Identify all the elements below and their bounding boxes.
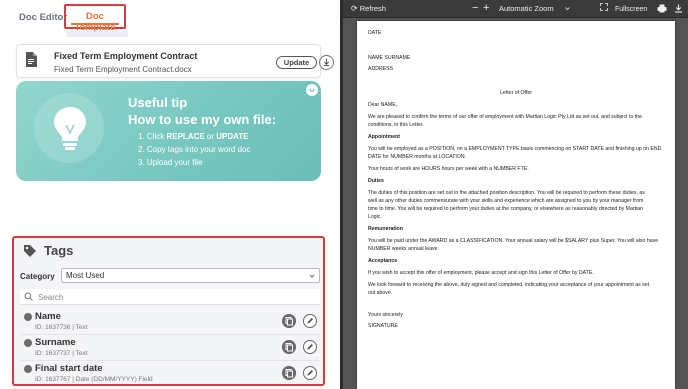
document-filename: Fixed Term Employment Contract.docx <box>54 65 192 74</box>
lightbulb-icon <box>54 107 86 150</box>
search-icon <box>24 292 33 301</box>
tag-row[interactable]: Final start date ID: 1637767 | Date (DD/… <box>20 361 320 384</box>
chevron-down-icon[interactable] <box>306 84 318 96</box>
search-input[interactable]: Search <box>20 289 320 305</box>
category-label: Category <box>20 272 55 281</box>
tab-bar: Doc Editor Doc Template <box>0 0 340 37</box>
tip-step-1: 1. Click REPLACE or UPDATE <box>138 132 249 141</box>
remuneration-line-1: You will be paid under the AWARD as a CL… <box>368 238 659 244</box>
category-value: Most Used <box>66 271 105 280</box>
letter-recipient-address: ADDRESS <box>368 66 394 72</box>
tag-name: Final start date <box>35 363 103 374</box>
letter-closing: Yours sincerely <box>368 312 403 318</box>
heading-appointment: Appointment <box>368 134 400 140</box>
document-icon <box>26 52 37 67</box>
letter-intro-line-2: conditions, in this Letter. <box>368 122 424 128</box>
refresh-label: Refresh <box>359 4 386 13</box>
download-icon[interactable] <box>319 55 334 70</box>
info-icon[interactable] <box>24 313 32 321</box>
letter-heading: Letter of Offer <box>500 90 532 96</box>
info-icon[interactable] <box>24 339 32 347</box>
expand-icon[interactable] <box>600 3 608 11</box>
refresh-button[interactable]: ⟳ Refresh <box>351 4 386 13</box>
info-icon[interactable] <box>24 365 32 373</box>
tip-step-1-update: UPDATE <box>216 132 249 141</box>
copy-icon[interactable] <box>282 340 296 354</box>
tip-step-3: 3. Upload your file <box>138 158 203 167</box>
letter-signature: SIGNATURE <box>368 323 398 329</box>
tags-title: Tags <box>44 243 74 258</box>
category-select[interactable]: Most Used <box>61 268 320 283</box>
zoom-out-button[interactable]: − <box>472 2 478 14</box>
refresh-icon: ⟳ <box>351 4 358 13</box>
copy-icon[interactable] <box>282 314 296 328</box>
viewer-toolbar: ⟳ Refresh − + Automatic Zoom Fullscreen <box>343 0 688 18</box>
tag-name: Surname <box>35 337 76 348</box>
tip-step-2: 2. Copy tags into your word doc <box>138 145 251 154</box>
letter-intro-line-1: We are pleased to confirm the terms of o… <box>368 114 643 120</box>
fullscreen-button[interactable]: Fullscreen <box>615 6 647 13</box>
acceptance-line-2: We look forward to receiving the above, … <box>368 282 650 288</box>
pdf-viewer: ⟳ Refresh − + Automatic Zoom Fullscreen D <box>343 0 688 389</box>
tip-subtitle: How to use my own file: <box>128 112 277 127</box>
heading-acceptance: Acceptance <box>368 258 398 264</box>
tag-icon <box>24 245 36 257</box>
zoom-select[interactable]: Automatic Zoom <box>499 4 554 13</box>
tags-header: Tags <box>14 238 323 264</box>
acceptance-line-3: out above. <box>368 290 393 296</box>
tab-doc-template-label: Doc Template <box>74 11 116 33</box>
remuneration-line-2: NUMBER weeks annual leave. <box>368 246 439 252</box>
duties-line-1: The duties of this position are set out … <box>368 190 645 196</box>
tag-meta: ID: 1637736 | Text <box>35 324 88 331</box>
document-card: Fixed Term Employment Contract Fixed Ter… <box>16 44 334 78</box>
pencil-icon[interactable] <box>303 314 317 328</box>
tip-step-1-or: or <box>204 132 217 141</box>
letter-date: DATE <box>368 30 382 36</box>
duties-line-2: well as any other duties commensurate wi… <box>368 198 644 204</box>
tag-row[interactable]: Surname ID: 1637737 | Text <box>20 335 320 361</box>
hours-line: Your hours of work are HOURS hours per w… <box>368 166 529 172</box>
tags-panel: Tags Category Most Used Search Name ID: … <box>12 236 325 386</box>
tag-meta: ID: 1637737 | Text <box>35 350 88 357</box>
chevron-down-icon <box>309 274 315 278</box>
letter-salutation: Dear NAME, <box>368 102 398 108</box>
tab-doc-template[interactable]: Doc Template <box>64 4 126 33</box>
app-root: Doc Editor Doc Template Fixed Term Emplo… <box>0 0 688 389</box>
appointment-line-2: DATE for NUMBER months at LOCATION. <box>368 154 467 160</box>
tag-row[interactable]: Name ID: 1637736 | Text <box>20 309 320 335</box>
acceptance-line-1: If you wish to accept this offer of empl… <box>368 270 594 276</box>
duties-line-3: time to time. You will be required to pe… <box>368 206 643 212</box>
pencil-icon[interactable] <box>303 366 317 380</box>
chevron-down-icon <box>565 7 570 11</box>
tag-meta: ID: 1637767 | Date (DD/MM/YYYY) Field <box>35 376 153 383</box>
tip-step-1-replace: REPLACE <box>166 132 205 141</box>
useful-tip-banner: Useful tip How to use my own file: 1. Cl… <box>16 81 321 181</box>
appointment-line-1: You will be employed as a POSITION, on a… <box>368 146 662 152</box>
print-icon[interactable] <box>657 4 667 13</box>
copy-icon[interactable] <box>282 366 296 380</box>
document-title: Fixed Term Employment Contract <box>54 51 198 61</box>
template-panel: Doc Editor Doc Template Fixed Term Emplo… <box>0 0 340 389</box>
letter-recipient-name: NAME SURNAME <box>368 55 411 61</box>
pdf-page: DATE NAME SURNAME ADDRESS Letter of Offe… <box>357 21 675 389</box>
tab-shadow <box>66 31 128 37</box>
search-placeholder: Search <box>38 293 64 302</box>
zoom-in-button[interactable]: + <box>483 2 489 14</box>
update-button[interactable]: Update <box>276 56 317 69</box>
tip-title: Useful tip <box>128 95 188 110</box>
pencil-icon[interactable] <box>303 340 317 354</box>
download-icon[interactable] <box>674 4 683 13</box>
tip-step-1-prefix: 1. Click <box>138 132 167 141</box>
heading-duties: Duties <box>368 178 384 184</box>
tag-name: Name <box>35 311 61 322</box>
heading-remuneration: Remuneration <box>368 226 403 232</box>
duties-line-4: Logic. <box>368 214 382 220</box>
tab-doc-editor[interactable]: Doc Editor <box>19 12 67 23</box>
active-tab-underline <box>71 23 119 25</box>
